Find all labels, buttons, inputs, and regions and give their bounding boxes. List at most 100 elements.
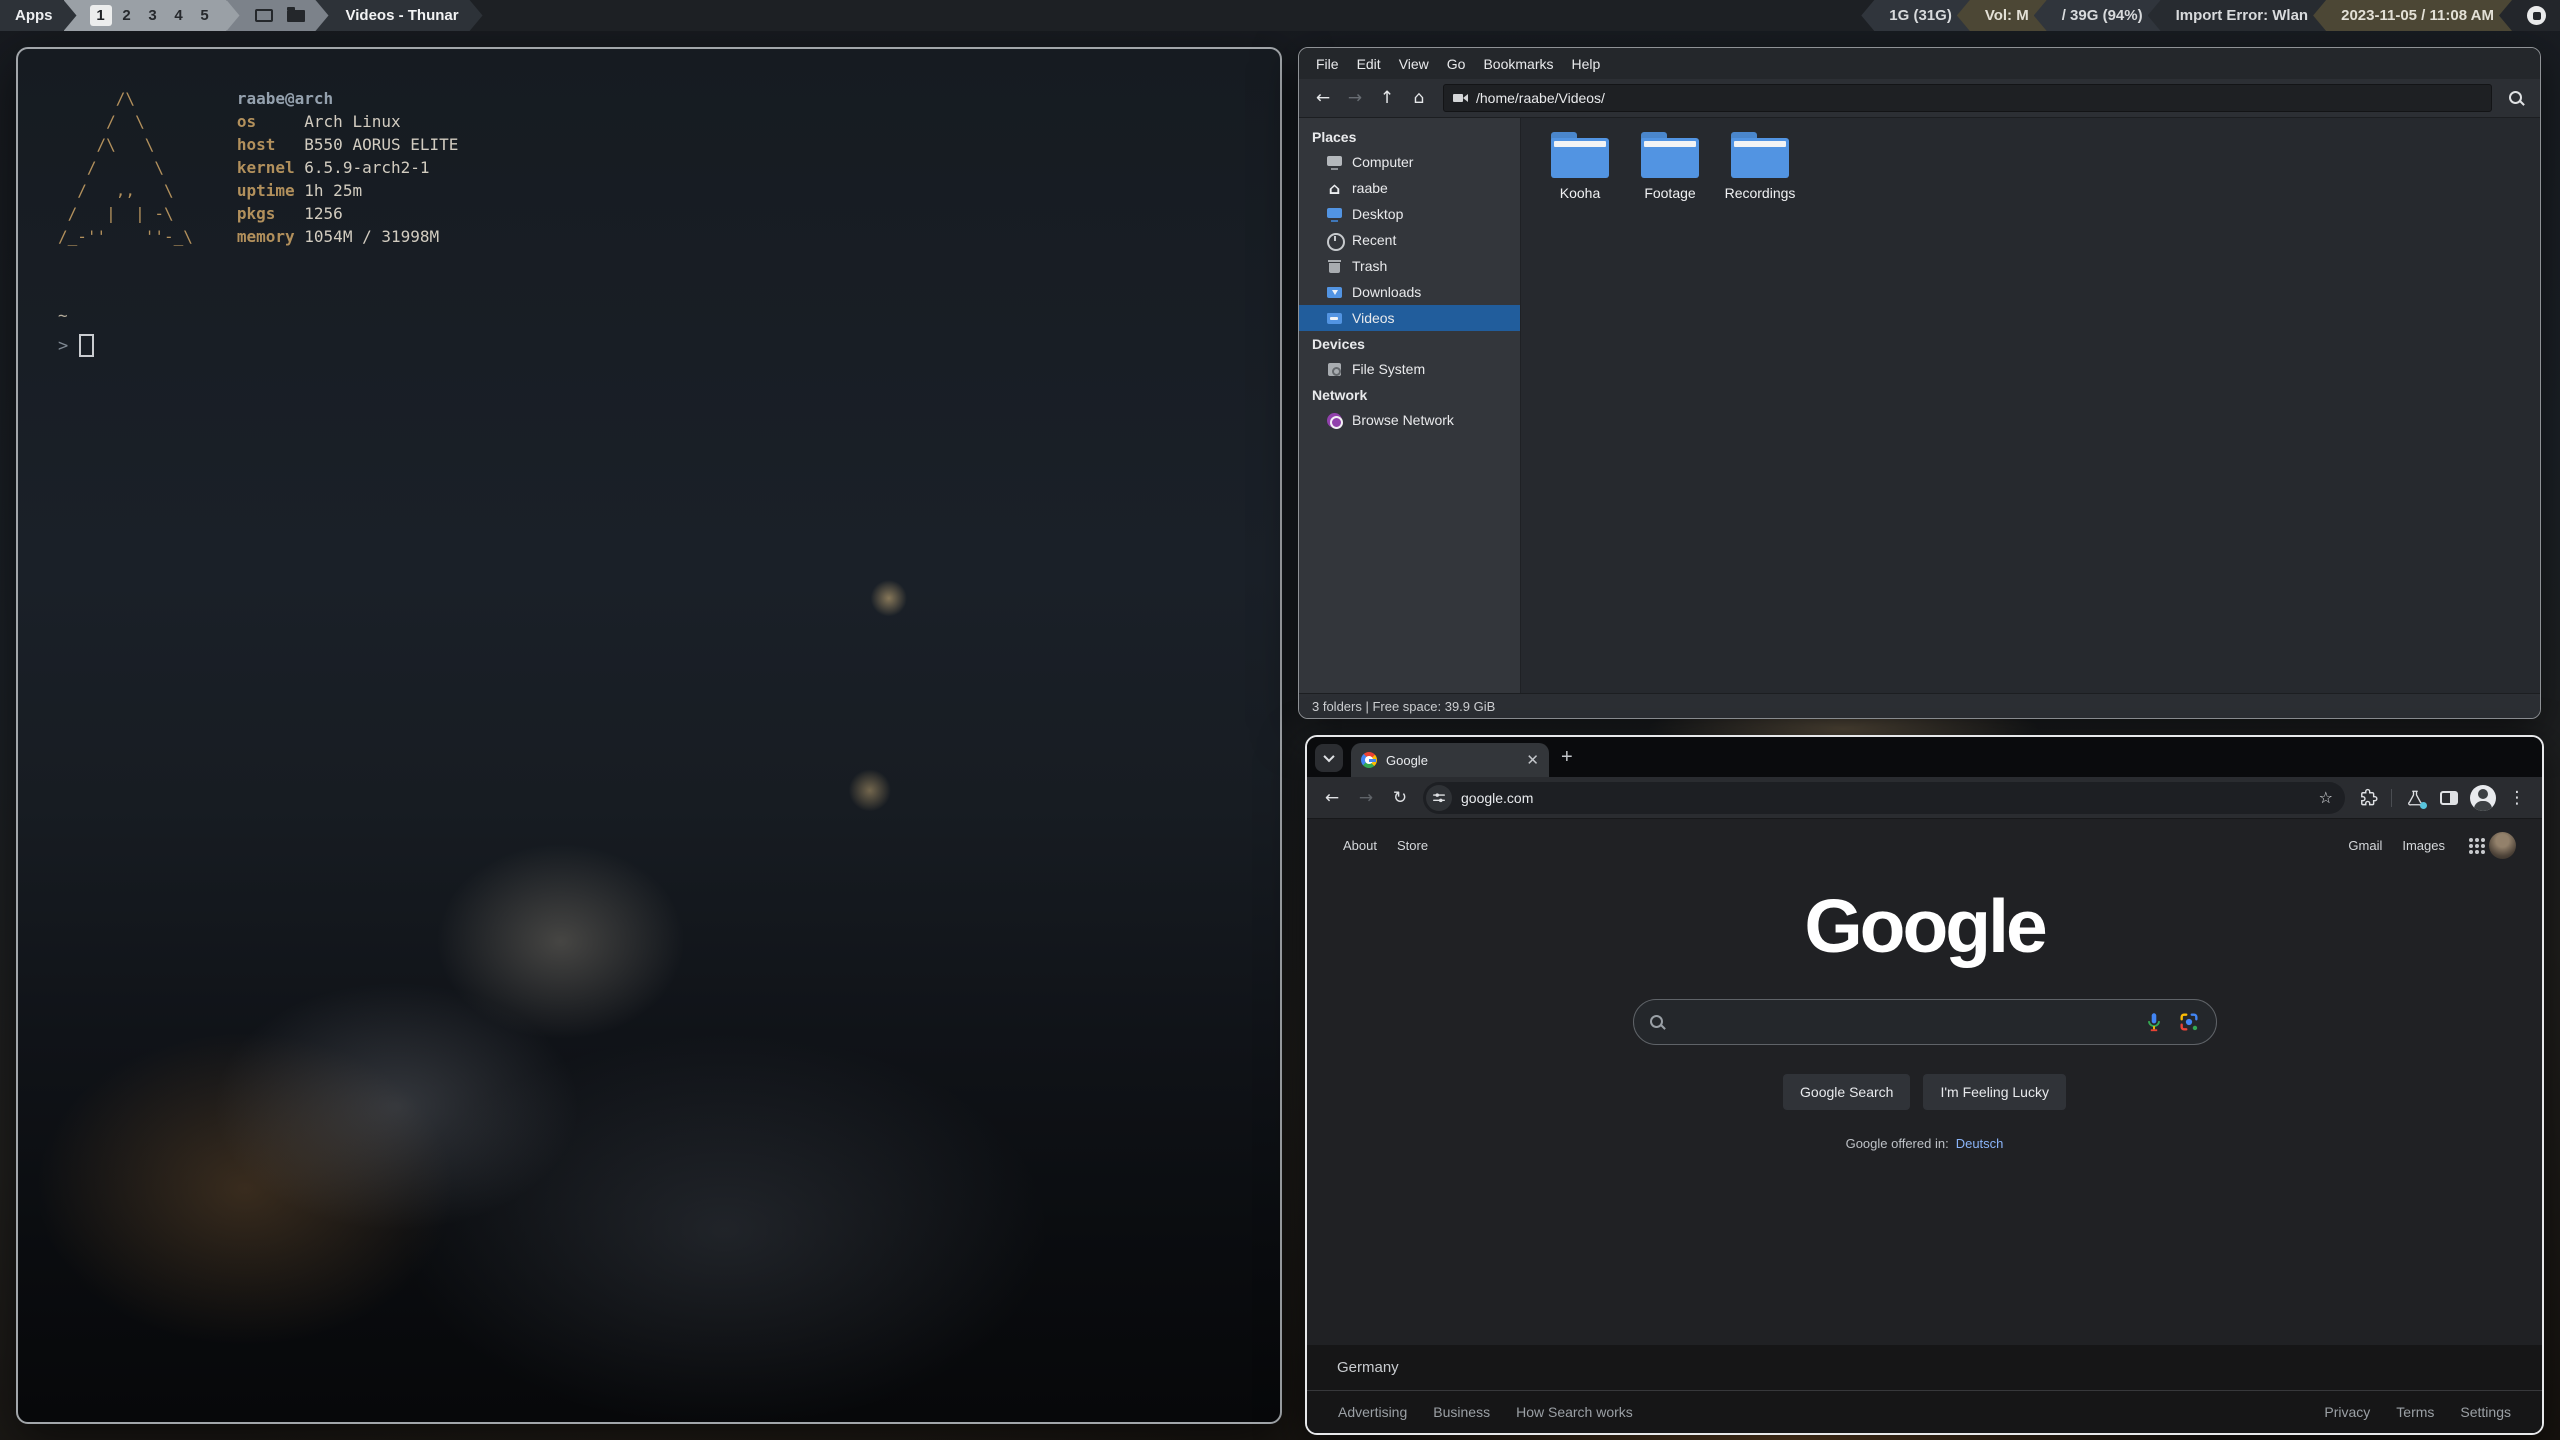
tray-network-indicator[interactable]: Import Error: Wlan: [2147, 0, 2327, 31]
up-button[interactable]: ↑: [1371, 84, 1403, 113]
google-apps-grid-icon[interactable]: [2469, 837, 2473, 842]
file-list-view[interactable]: Kooha Footage Recordings: [1521, 118, 2540, 693]
fetch-user-host: raabe@arch: [236, 89, 334, 108]
sidebar-item-videos[interactable]: Videos: [1299, 305, 1520, 331]
tray-volume-indicator[interactable]: Vol: M: [1956, 0, 2047, 31]
voice-search-icon[interactable]: [2143, 1011, 2165, 1033]
browser-back-button[interactable]: ←: [1317, 783, 1347, 813]
advertising-link[interactable]: Advertising: [1325, 1404, 1420, 1420]
tab-strip: Google ✕ +: [1307, 737, 2542, 777]
tune-icon: [1433, 792, 1445, 802]
computer-icon: [1326, 154, 1343, 171]
tray-clock[interactable]: 2023-11-05 / 11:08 AM: [2313, 0, 2512, 31]
new-tab-button[interactable]: +: [1557, 746, 1577, 769]
menu-help[interactable]: Help: [1563, 52, 1610, 76]
toolbar-divider: [2391, 788, 2392, 807]
apps-menu-button[interactable]: Apps: [0, 0, 77, 31]
open-windows-buttons: [227, 0, 329, 31]
tray-memory-indicator[interactable]: 1G (31G): [1861, 0, 1970, 31]
bookmark-star-icon[interactable]: ☆: [2319, 788, 2333, 807]
lens-search-icon[interactable]: [2178, 1011, 2200, 1033]
shell-prompt[interactable]: ~ >: [58, 306, 1240, 357]
feeling-lucky-button[interactable]: I'm Feeling Lucky: [1923, 1074, 2066, 1110]
videos-location-icon: [1453, 93, 1468, 104]
folder-item-recordings[interactable]: Recordings: [1715, 132, 1805, 201]
folder-icon: [1731, 132, 1789, 178]
privacy-link[interactable]: Privacy: [2311, 1404, 2383, 1420]
menu-view[interactable]: View: [1390, 52, 1438, 76]
path-input[interactable]: [1476, 90, 2482, 106]
deutsch-link[interactable]: Deutsch: [1956, 1136, 2004, 1151]
recent-icon: [1326, 232, 1345, 251]
tray-record-button[interactable]: [2499, 0, 2560, 31]
menu-bookmarks[interactable]: Bookmarks: [1474, 52, 1562, 76]
browser-forward-button[interactable]: →: [1351, 783, 1381, 813]
sidebar-item-downloads[interactable]: Downloads: [1299, 279, 1520, 305]
sidebar-item-recent[interactable]: Recent: [1299, 227, 1520, 253]
terms-link[interactable]: Terms: [2383, 1404, 2447, 1420]
experiments-button[interactable]: [2400, 783, 2430, 813]
home-button[interactable]: ⌂: [1403, 84, 1435, 113]
path-bar[interactable]: [1443, 84, 2492, 112]
tab-close-icon[interactable]: ✕: [1526, 751, 1539, 769]
devices-header: Devices: [1312, 336, 1365, 352]
chrome-window: Google ✕ + ← → ↻ google.com ☆ ⋮ About St…: [1305, 735, 2544, 1435]
store-link[interactable]: Store: [1387, 838, 1438, 853]
sidebar-item-home[interactable]: raabe: [1299, 175, 1520, 201]
search-button[interactable]: [2500, 84, 2532, 113]
sidebar-item-filesystem[interactable]: File System: [1299, 356, 1520, 382]
folder-item-kooha[interactable]: Kooha: [1535, 132, 1625, 201]
workspace-button-1[interactable]: 1: [90, 5, 112, 26]
tab-google[interactable]: Google ✕: [1351, 743, 1549, 777]
extensions-button[interactable]: [2353, 783, 2383, 813]
terminal-window-icon[interactable]: [255, 9, 273, 22]
side-panel-icon: [2440, 790, 2458, 805]
about-link[interactable]: About: [1333, 838, 1387, 853]
chrome-menu-button[interactable]: ⋮: [2502, 783, 2532, 813]
gmail-link[interactable]: Gmail: [2338, 838, 2392, 853]
desktop-icon: [1326, 206, 1343, 223]
workspace-button-3[interactable]: 3: [142, 5, 164, 26]
images-link[interactable]: Images: [2392, 838, 2455, 853]
menu-file[interactable]: File: [1307, 52, 1348, 76]
workspace-button-4[interactable]: 4: [168, 5, 190, 26]
back-button[interactable]: ←: [1307, 84, 1339, 113]
business-link[interactable]: Business: [1420, 1404, 1503, 1420]
thunar-statusbar: 3 folders | Free space: 39.9 GiB: [1299, 693, 2540, 718]
google-search-input[interactable]: [1677, 1000, 2130, 1044]
google-search-button[interactable]: Google Search: [1783, 1074, 1911, 1110]
folder-item-footage[interactable]: Footage: [1625, 132, 1715, 201]
terminal-window[interactable]: /\ / \ /\ \ / \ / ,, \ / | | -\ /_-'' ''…: [16, 47, 1282, 1424]
fetch-info: raabe@arch os Arch Linux host B550 AORUS E…: [236, 89, 459, 246]
file-manager-window-icon[interactable]: [287, 10, 305, 22]
prompt-char: >: [58, 335, 69, 356]
status-text: 3 folders | Free space: 39.9 GiB: [1312, 698, 1496, 714]
side-panel-button[interactable]: [2434, 783, 2464, 813]
how-search-works-link[interactable]: How Search works: [1503, 1404, 1646, 1420]
google-account-avatar[interactable]: [2489, 832, 2516, 859]
tray-disk-indicator[interactable]: / 39G (94%): [2033, 0, 2161, 31]
site-settings-button[interactable]: [1426, 784, 1452, 811]
sidebar-item-browse-network[interactable]: Browse Network: [1299, 407, 1520, 433]
profile-button[interactable]: [2468, 783, 2498, 813]
sidebar-item-computer[interactable]: Computer: [1299, 149, 1520, 175]
workspace-button-5[interactable]: 5: [194, 5, 216, 26]
sidebar-item-trash[interactable]: Trash: [1299, 253, 1520, 279]
active-window-title: Videos - Thunar: [316, 0, 483, 31]
google-logo: Google: [1804, 884, 2047, 968]
address-bar[interactable]: google.com ☆: [1423, 781, 2345, 814]
tab-search-button[interactable]: [1315, 744, 1343, 772]
google-search-box[interactable]: [1632, 999, 2217, 1045]
workspace-button-2[interactable]: 2: [116, 5, 138, 26]
reload-button[interactable]: ↻: [1385, 783, 1415, 813]
menu-go[interactable]: Go: [1438, 52, 1475, 76]
sidebar-item-desktop[interactable]: Desktop: [1299, 201, 1520, 227]
puzzle-icon: [2360, 788, 2378, 806]
language-offer: Google offered in: Deutsch: [1845, 1136, 2004, 1151]
menu-edit[interactable]: Edit: [1348, 52, 1390, 76]
search-icon: [1649, 1014, 1665, 1030]
forward-button[interactable]: →: [1339, 84, 1371, 113]
settings-link[interactable]: Settings: [2447, 1404, 2524, 1420]
google-header: About Store Gmail Images: [1307, 819, 2542, 859]
terminal-cursor: [79, 334, 95, 357]
